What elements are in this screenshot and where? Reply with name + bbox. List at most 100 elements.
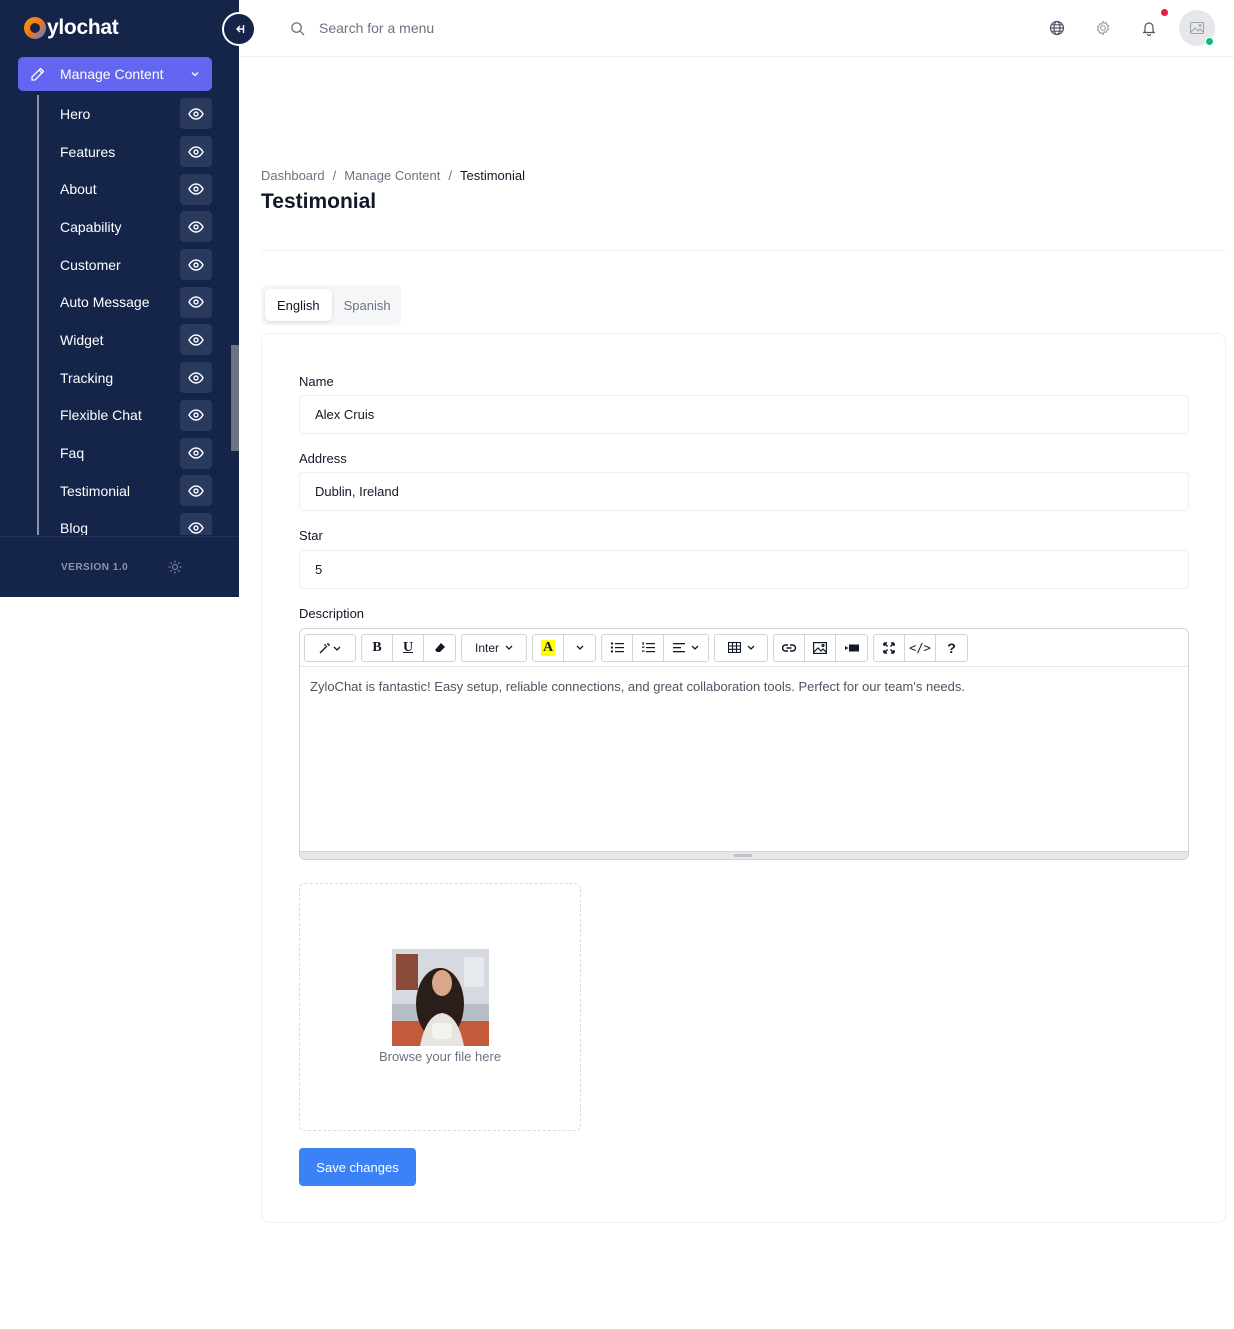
testimonial-form-card: Name Address Star Description B U xyxy=(261,333,1226,1223)
eye-icon[interactable] xyxy=(180,512,212,535)
globe-icon[interactable] xyxy=(1049,20,1065,36)
image-button[interactable] xyxy=(805,634,836,661)
font-select[interactable]: Inter xyxy=(462,635,526,661)
description-label: Description xyxy=(299,606,365,621)
sidebar-item-faq[interactable]: Faq xyxy=(40,434,215,472)
toolbar-group-font: Inter xyxy=(461,633,527,662)
help-button[interactable]: ? xyxy=(936,635,967,661)
sidebar-item-testimonial[interactable]: Testimonial xyxy=(40,472,215,510)
sidebar-item-label: Faq xyxy=(60,445,85,462)
sidebar-scrollbar[interactable] xyxy=(231,345,239,451)
sidebar-item-label: Features xyxy=(60,143,116,160)
sidebar-item-label: Tracking xyxy=(60,369,114,386)
breadcrumb-separator: / xyxy=(332,168,337,183)
eye-icon[interactable] xyxy=(180,286,212,318)
logo-icon xyxy=(24,17,46,39)
video-button[interactable] xyxy=(836,635,867,661)
breadcrumb-manage-content[interactable]: Manage Content xyxy=(344,168,440,183)
image-icon xyxy=(813,641,827,654)
bell-icon[interactable] xyxy=(1141,20,1157,36)
code-view-button[interactable]: </> xyxy=(905,634,936,661)
sidebar-item-hero[interactable]: Hero xyxy=(40,95,215,133)
name-label: Name xyxy=(299,374,334,389)
link-button[interactable] xyxy=(774,634,805,661)
align-button[interactable] xyxy=(664,635,708,661)
sidebar-item-tracking[interactable]: Tracking xyxy=(40,359,215,397)
bullet-list-button[interactable] xyxy=(602,634,633,661)
editor-content[interactable]: ZyloChat is fantastic! Easy setup, relia… xyxy=(300,667,1188,849)
sidebar-item-label: Customer xyxy=(60,256,121,273)
toolbar-group-insert xyxy=(773,633,868,662)
search-input[interactable] xyxy=(319,16,619,40)
toolbar-group-color: A xyxy=(532,633,596,662)
eye-icon[interactable] xyxy=(180,324,212,356)
save-button[interactable]: Save changes xyxy=(299,1148,416,1186)
sidebar-item-auto-message[interactable]: Auto Message xyxy=(40,283,215,321)
sidebar-collapse-button[interactable] xyxy=(222,12,256,46)
eye-icon[interactable] xyxy=(180,211,212,243)
table-button[interactable] xyxy=(715,635,767,661)
eye-icon[interactable] xyxy=(180,437,212,469)
breadcrumb: Dashboard / Manage Content / Testimonial xyxy=(261,168,525,183)
editor-toolbar: B U Inter A </> ? xyxy=(300,629,1188,667)
editor-resize-handle[interactable] xyxy=(300,851,1188,859)
gear-icon[interactable] xyxy=(1095,20,1111,36)
sidebar-item-flexible-chat[interactable]: Flexible Chat xyxy=(40,397,215,435)
file-upload-dropzone[interactable]: Browse your file here xyxy=(299,883,581,1131)
toolbar-group-view: </> ? xyxy=(873,633,968,662)
star-label: Star xyxy=(299,528,323,543)
sidebar-item-label: Blog xyxy=(60,520,89,535)
collapse-arrow-icon xyxy=(236,25,245,33)
sidebar-item-customer[interactable]: Customer xyxy=(40,246,215,284)
logo[interactable]: ylochat xyxy=(24,14,119,42)
eye-icon[interactable] xyxy=(180,173,212,205)
name-field[interactable] xyxy=(299,395,1189,434)
eye-icon[interactable] xyxy=(180,98,212,130)
uploaded-image-preview xyxy=(392,949,489,1046)
address-field[interactable] xyxy=(299,472,1189,511)
language-tabs: English Spanish xyxy=(261,285,401,325)
link-icon xyxy=(782,643,796,652)
sidebar-item-label: Flexible Chat xyxy=(60,407,142,424)
tab-english[interactable]: English xyxy=(265,289,332,321)
numbered-list-button[interactable] xyxy=(633,634,664,661)
eye-icon[interactable] xyxy=(180,399,212,431)
sidebar-item-capability[interactable]: Capability xyxy=(40,208,215,246)
sidebar-item-label: Widget xyxy=(60,331,104,348)
sidebar-item-blog[interactable]: Blog xyxy=(40,510,215,535)
manage-content-button[interactable]: Manage Content xyxy=(18,57,212,91)
eye-icon[interactable] xyxy=(180,475,212,507)
chevron-down-icon xyxy=(691,645,699,650)
underline-button[interactable]: U xyxy=(393,634,424,661)
eraser-button[interactable] xyxy=(424,635,455,661)
sidebar: ylochat Manage Content Hero Features Abo… xyxy=(0,0,239,597)
fullscreen-icon xyxy=(883,641,895,654)
align-left-icon xyxy=(673,642,685,652)
color-dropdown-button[interactable] xyxy=(564,635,595,661)
video-icon xyxy=(844,644,859,651)
breadcrumb-dashboard[interactable]: Dashboard xyxy=(261,168,325,183)
manage-content-label: Manage Content xyxy=(60,66,164,82)
magic-style-button[interactable] xyxy=(305,635,355,661)
sidebar-item-about[interactable]: About xyxy=(40,170,215,208)
logo-text: ylochat xyxy=(47,16,119,39)
eye-icon[interactable] xyxy=(180,362,212,394)
code-icon: </> xyxy=(909,640,931,655)
sidebar-item-label: Capability xyxy=(60,218,122,235)
eye-icon[interactable] xyxy=(180,136,212,168)
bold-button[interactable]: B xyxy=(362,634,393,661)
rich-text-editor: B U Inter A </> ? ZyloChat is fantastic!… xyxy=(299,628,1189,860)
chevron-down-icon xyxy=(505,645,513,650)
sun-icon[interactable] xyxy=(168,560,182,574)
eye-icon[interactable] xyxy=(180,249,212,281)
star-field[interactable] xyxy=(299,550,1189,589)
text-color-icon: A xyxy=(540,639,556,656)
sidebar-item-widget[interactable]: Widget xyxy=(40,321,215,359)
pencil-icon xyxy=(31,67,45,81)
sidebar-item-features[interactable]: Features xyxy=(40,133,215,171)
sidebar-item-label: Testimonial xyxy=(60,482,131,499)
tab-spanish[interactable]: Spanish xyxy=(332,289,403,321)
text-color-button[interactable]: A xyxy=(533,634,564,661)
fullscreen-button[interactable] xyxy=(874,634,905,661)
magic-wand-icon xyxy=(319,642,341,653)
